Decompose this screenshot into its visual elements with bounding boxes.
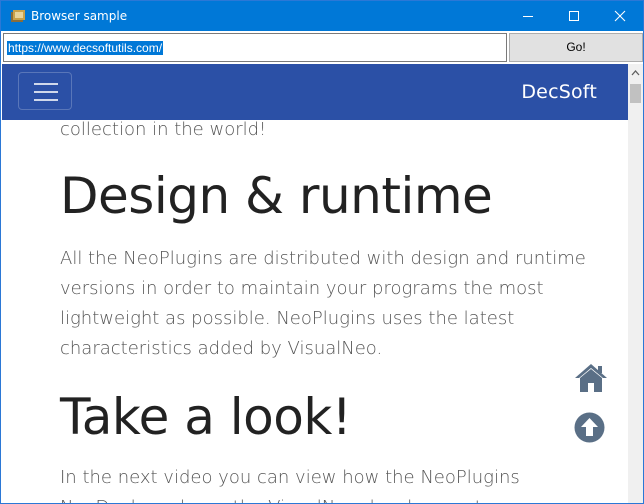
section-heading-design-runtime: Design & runtime <box>60 167 493 225</box>
title-bar: Browser sample <box>1 1 643 31</box>
home-icon[interactable] <box>573 362 609 394</box>
maximize-icon <box>569 11 579 21</box>
app-icon <box>11 10 25 22</box>
browser-window: Browser sample https://www.decsoftutils.… <box>0 0 644 504</box>
paragraph-line: lightweight as possible. NeoPlugins uses… <box>60 308 515 329</box>
paragraph-line: NeoDesk works on the VisualNeo developme… <box>60 493 482 503</box>
paragraph-line: In the next video you can view how the N… <box>60 467 520 488</box>
menu-toggle-button[interactable] <box>18 72 72 110</box>
section-heading-take-a-look: Take a look! <box>60 388 352 446</box>
paragraph-line: All the NeoPlugins are distributed with … <box>60 248 586 269</box>
address-url: https://www.decsoftutils.com/ <box>7 41 164 55</box>
scroll-up-arrow-icon[interactable] <box>628 64 643 81</box>
menu-icon-bar <box>34 91 58 93</box>
close-icon <box>614 10 626 22</box>
menu-icon <box>34 83 58 85</box>
scroll-thumb[interactable] <box>630 84 641 103</box>
vertical-scrollbar[interactable] <box>628 64 643 503</box>
close-button[interactable] <box>597 1 643 31</box>
maximize-button[interactable] <box>551 1 597 31</box>
minimize-icon <box>523 16 533 17</box>
go-button[interactable]: Go! <box>509 33 643 62</box>
web-view[interactable]: DecSoft collection in the world! Design … <box>2 64 628 503</box>
window-title: Browser sample <box>31 9 128 23</box>
site-navbar: DecSoft <box>2 64 628 120</box>
address-input[interactable]: https://www.decsoftutils.com/ <box>3 33 507 62</box>
menu-icon-bar <box>34 99 58 101</box>
site-brand-link[interactable]: DecSoft <box>521 81 597 103</box>
minimize-button[interactable] <box>505 1 551 31</box>
paragraph-line: versions in order to maintain your progr… <box>60 278 544 299</box>
paragraph-line: characteristics added by VisualNeo. <box>60 338 383 359</box>
arrow-up-icon[interactable] <box>574 412 605 443</box>
